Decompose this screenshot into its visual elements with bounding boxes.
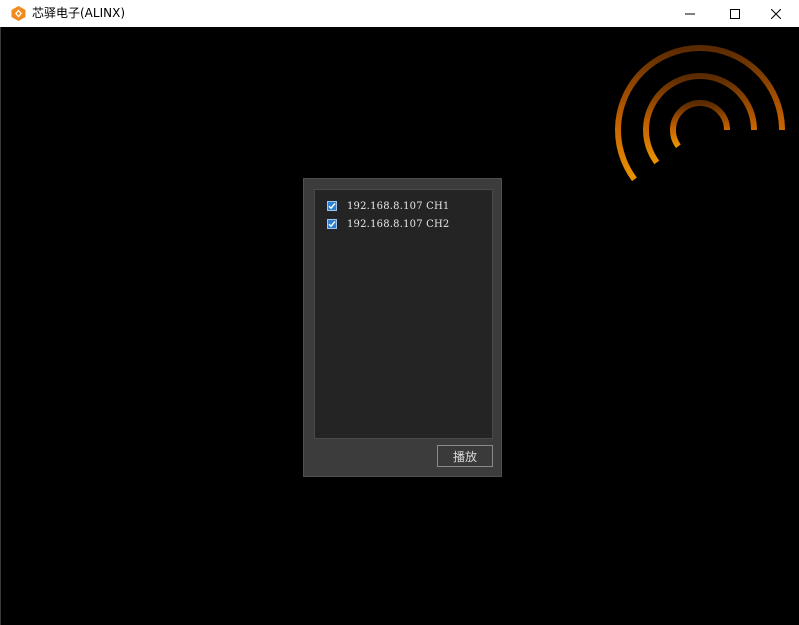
- checkbox-ch1[interactable]: [327, 201, 337, 211]
- channel-list[interactable]: 192.168.8.107 CH1 192.168.8.107 CH2: [314, 189, 493, 439]
- close-icon: [771, 8, 781, 19]
- title-bar[interactable]: 芯驿电子(ALINX): [0, 0, 799, 27]
- alinx-logo-icon: [10, 5, 27, 22]
- channel-label: 192.168.8.107 CH2: [347, 218, 450, 230]
- signal-arcs-graphic: [605, 40, 785, 190]
- minimize-icon: [685, 9, 695, 19]
- window-title: 芯驿电子(ALINX): [32, 6, 125, 20]
- channel-label: 192.168.8.107 CH1: [347, 200, 450, 212]
- maximize-button[interactable]: [712, 0, 758, 27]
- window-border: [0, 27, 1, 625]
- list-item[interactable]: 192.168.8.107 CH1: [327, 198, 449, 214]
- play-button[interactable]: 播放: [437, 445, 493, 467]
- minimize-button[interactable]: [667, 0, 713, 27]
- channel-dialog: 192.168.8.107 CH1 192.168.8.107 CH2 播放: [303, 178, 502, 477]
- checkbox-ch2[interactable]: [327, 219, 337, 229]
- list-item[interactable]: 192.168.8.107 CH2: [327, 216, 449, 232]
- close-button[interactable]: [753, 0, 799, 27]
- maximize-icon: [730, 8, 740, 19]
